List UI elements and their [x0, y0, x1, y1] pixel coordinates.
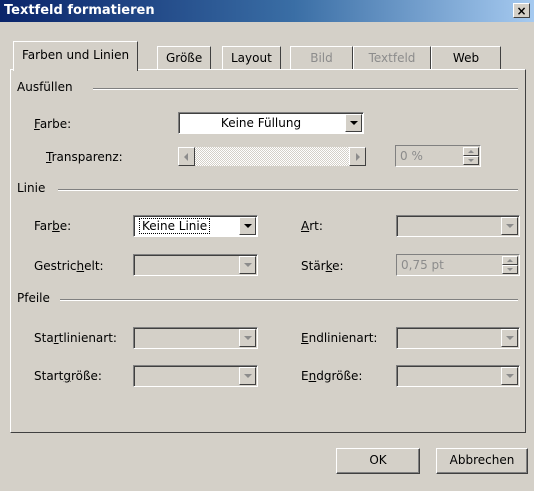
- close-icon: ×: [516, 4, 527, 18]
- tab-label: Layout: [231, 51, 272, 65]
- ok-button[interactable]: OK: [336, 448, 420, 474]
- title-bar: Textfeld formatieren ×: [0, 0, 534, 22]
- cancel-button[interactable]: Abbrechen: [436, 448, 528, 474]
- tab-label: Textfeld: [368, 51, 416, 65]
- tab-label: Web: [452, 51, 480, 65]
- tab-farben-und-linien[interactable]: Farben und Linien: [13, 41, 139, 71]
- tab-textfeld: Textfeld: [353, 46, 431, 69]
- tab-web[interactable]: Web: [431, 46, 501, 69]
- tab-label: Bild: [310, 51, 333, 65]
- tab-layout[interactable]: Layout: [222, 46, 281, 69]
- tab-label: Größe: [166, 51, 203, 65]
- close-button[interactable]: ×: [513, 3, 530, 18]
- tab-groesse[interactable]: Größe: [157, 46, 212, 69]
- tab-panel: [10, 69, 526, 433]
- window-title: Textfeld formatieren: [4, 3, 155, 18]
- tab-label: Farben und Linien: [22, 48, 130, 62]
- tab-bild: Bild: [290, 46, 353, 69]
